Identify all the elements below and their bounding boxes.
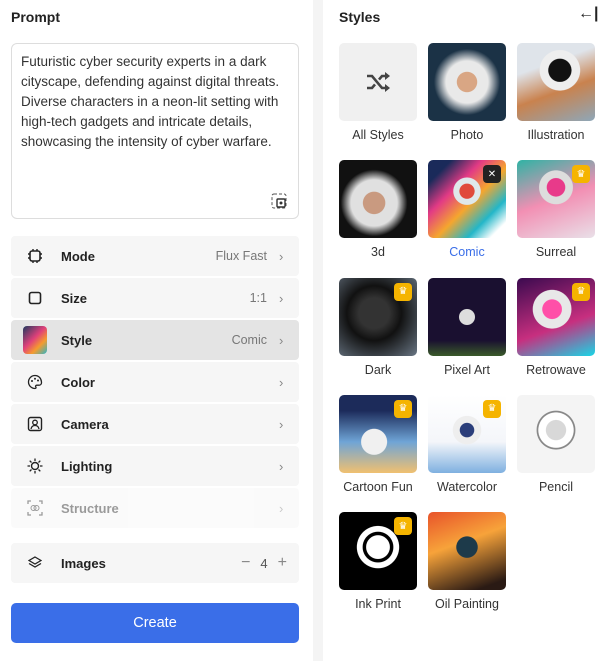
setting-value: 1:1 [249,291,267,305]
setting-row-structure: Structure › [11,488,299,528]
style-label: Photo [450,128,484,142]
style-label: 3d [371,245,385,260]
style-label: Illustration [527,128,585,142]
crown-icon: ♛ [394,282,412,301]
setting-row-color[interactable]: Color › [11,362,299,402]
setting-label: Structure [61,500,119,516]
increase-button[interactable]: + [278,554,287,572]
style-label: Pencil [538,479,574,494]
setting-row-mode[interactable]: Mode Flux Fast › [11,236,299,276]
structure-icon [23,496,47,520]
styles-panel: Styles ←| All Styles Photo Illustration 3d ✕… [323,0,610,661]
prompt-text: Futuristic cyber security experts in a d… [21,54,280,149]
prompt-panel: Prompt Futuristic cyber security experts… [0,0,313,661]
style-tile-dark[interactable]: ♛ [339,277,417,356]
setting-label: Camera [61,416,109,432]
prompt-title: Prompt [11,9,60,25]
images-label: Images [61,555,106,571]
setting-row-lighting[interactable]: Lighting › [11,446,299,486]
setting-row-style[interactable]: Style Comic › [11,320,299,360]
style-label: Retrowave [526,362,586,377]
style-tile-illustration[interactable] [517,43,595,121]
style-tile-cartoon-fun[interactable]: ♛ [339,394,417,473]
close-icon[interactable]: ✕ [483,165,501,184]
crown-icon: ♛ [572,165,590,184]
setting-row-camera[interactable]: Camera › [11,404,299,444]
style-tile-ink-print[interactable]: ♛ [339,512,417,591]
create-button[interactable]: Create [11,603,299,643]
crown-icon: ♛ [394,399,412,418]
crown-icon: ♛ [394,517,412,536]
shuffle-icon [367,72,390,92]
style-tile-comic[interactable]: ✕ [428,160,506,239]
style-tile-all-styles[interactable] [339,43,417,121]
panel-divider [313,0,323,661]
style-thumbnail [23,326,47,354]
chevron-right-icon: › [279,290,284,306]
style-label: All Styles [352,128,404,142]
camera-icon [23,412,47,436]
setting-value: Comic [231,333,267,347]
layers-icon [23,551,47,575]
style-tile-surreal[interactable]: ♛ [517,160,595,239]
style-label: Ink Print [355,597,401,612]
style-tile-watercolor[interactable]: ♛ [428,394,506,473]
setting-label: Mode [61,248,95,264]
style-tile-pencil[interactable] [517,394,595,473]
style-label: Cartoon Fun [343,479,413,494]
chip-icon [23,244,47,268]
collapse-icon[interactable]: ←| [578,5,598,23]
style-tile-retrowave[interactable]: ♛ [517,277,595,356]
setting-value: Flux Fast [215,249,267,263]
image-upload-icon[interactable] [270,192,288,210]
style-tile-photo[interactable] [428,43,506,121]
setting-label: Size [61,290,88,306]
setting-label: Style [61,332,93,348]
images-row: Images − 4 + [11,543,299,583]
prompt-input[interactable]: Futuristic cyber security experts in a d… [11,43,299,219]
styles-title: Styles [339,9,381,25]
style-label: Surreal [535,245,577,260]
setting-label: Lighting [61,458,113,474]
crown-icon: ♛ [483,399,501,418]
style-tile-pixel-art[interactable] [428,277,506,356]
setting-row-size[interactable]: Size 1:1 › [11,278,299,318]
style-label: Comic [449,245,485,260]
chevron-right-icon: › [279,374,284,390]
chevron-right-icon: › [279,458,284,474]
style-label: Pixel Art [444,362,490,377]
style-tile-3d[interactable] [339,160,417,239]
style-tile-oil-painting[interactable] [428,512,506,591]
sun-icon [23,454,47,478]
square-icon [23,286,47,310]
chevron-right-icon: › [279,332,284,348]
palette-icon [23,370,47,394]
style-label: Dark [364,362,392,377]
style-label: Watercolor [437,479,497,494]
setting-label: Color [61,374,95,390]
chevron-right-icon: › [279,416,284,432]
chevron-right-icon: › [279,500,284,516]
style-label: Oil Painting [435,597,499,612]
crown-icon: ♛ [572,282,590,301]
decrease-button[interactable]: − [241,554,250,572]
images-count: 4 [260,555,268,571]
chevron-right-icon: › [279,248,284,264]
